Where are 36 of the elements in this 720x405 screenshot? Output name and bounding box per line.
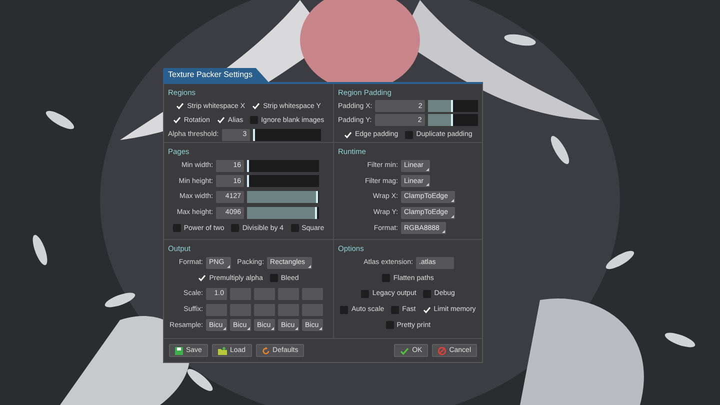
corner-icon — [450, 214, 454, 218]
slider[interactable] — [247, 175, 319, 188]
corner-icon — [450, 198, 454, 202]
text-field[interactable] — [302, 288, 323, 300]
text-field[interactable] — [302, 304, 323, 316]
text-field[interactable] — [230, 288, 251, 300]
folder-icon — [218, 346, 227, 354]
corner-icon — [426, 168, 430, 171]
corner-icon — [223, 327, 226, 330]
corner-icon — [308, 264, 312, 268]
checkmark-icon — [422, 306, 431, 314]
checkmark-icon — [252, 102, 260, 110]
checkmark-icon — [344, 130, 352, 139]
corner-icon — [319, 327, 322, 330]
text-field[interactable] — [278, 304, 299, 316]
text-field[interactable] — [206, 304, 227, 316]
slider[interactable] — [428, 114, 478, 126]
text-field[interactable] — [254, 288, 275, 300]
cancel-icon — [438, 346, 446, 354]
text-field[interactable] — [254, 304, 275, 316]
corner-icon — [295, 327, 298, 330]
slider[interactable] — [247, 160, 319, 172]
corner-icon — [227, 264, 230, 268]
corner-icon — [247, 327, 250, 330]
corner-icon — [271, 327, 274, 330]
corner-icon — [442, 230, 446, 234]
corner-icon — [426, 183, 430, 186]
window-title: Texture Packer Settings — [163, 68, 268, 82]
checkmark-icon — [198, 274, 206, 282]
refresh-icon — [262, 346, 270, 354]
slider[interactable] — [252, 128, 321, 141]
slider[interactable] — [428, 100, 478, 112]
text-field[interactable] — [278, 288, 299, 300]
checkmark-icon — [216, 116, 225, 124]
text-field[interactable] — [230, 304, 251, 316]
checkmark-icon — [400, 346, 410, 354]
